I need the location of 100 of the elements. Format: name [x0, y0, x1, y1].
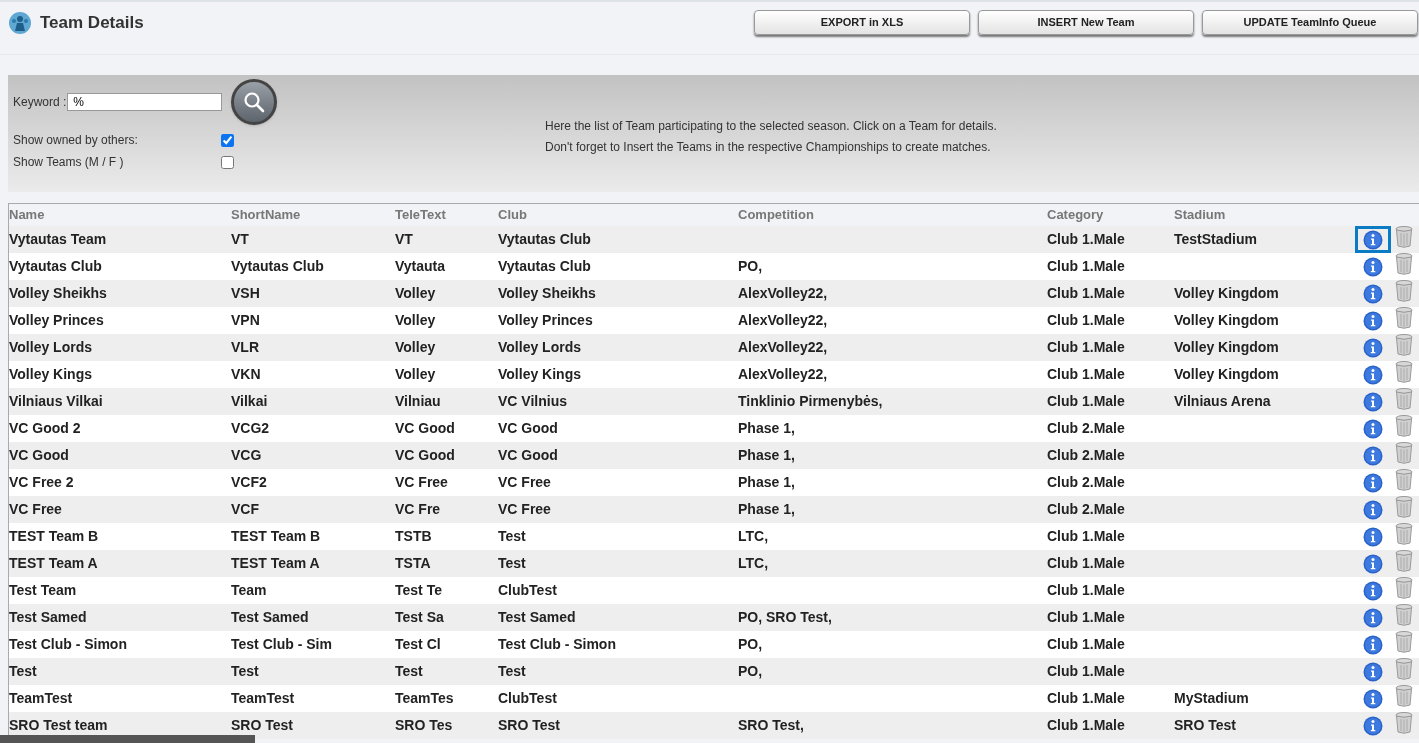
table-cell-text: VT	[231, 230, 250, 249]
table-cell-text: TeamTest	[9, 689, 74, 708]
delete-button[interactable]	[1395, 253, 1413, 275]
table-cell-text: SRO Test team	[9, 716, 109, 735]
table-cell-text: VCF2	[231, 473, 268, 492]
table-cell-text: VC Vilnius	[498, 392, 568, 411]
delete-button[interactable]	[1395, 604, 1413, 626]
option-label: Show Teams (M / F )	[13, 154, 125, 171]
table-cell-text: VC Free	[498, 500, 552, 519]
column-header[interactable]: Category	[1047, 205, 1174, 225]
table-cell-text: Test	[395, 662, 424, 681]
trash-icon	[1395, 631, 1413, 653]
delete-button[interactable]	[1395, 631, 1413, 653]
table-cell-text: Club 1.Male	[1047, 581, 1126, 600]
table-cell-text: Club 2.Male	[1047, 446, 1126, 465]
info-icon	[1363, 418, 1383, 439]
delete-button[interactable]	[1395, 415, 1413, 437]
table-cell-text: VCF	[231, 500, 260, 519]
column-header[interactable]: Name	[9, 205, 231, 225]
table-cell-text: TeamTest	[231, 689, 296, 708]
table-cell-text: Vilniau	[395, 392, 442, 411]
table-cell-text: Test Club - Sim	[231, 635, 333, 654]
trash-icon	[1395, 604, 1413, 626]
table-cell-text: Test	[231, 662, 260, 681]
table-cell-text: Volley Kingdom	[1174, 365, 1280, 384]
info-icon	[1363, 229, 1383, 250]
table-cell-text: Phase 1,	[738, 473, 796, 492]
delete-button[interactable]	[1395, 280, 1413, 302]
trash-icon	[1395, 442, 1413, 464]
table-cell-text: Test Samed	[231, 608, 310, 627]
table-cell-text: AlexVolley22,	[738, 311, 829, 330]
table-cell-text: Test	[9, 662, 38, 681]
toolbar-button[interactable]: INSERT New Team	[978, 10, 1194, 35]
delete-button[interactable]	[1395, 550, 1413, 572]
table-cell-text: VC Free	[9, 500, 63, 519]
keyword-field[interactable]: %	[67, 93, 223, 111]
trash-icon	[1395, 685, 1413, 707]
table-cell-text: Phase 1,	[738, 500, 796, 519]
table-cell-text: VKN	[231, 365, 262, 384]
table-cell-text: Volley Kings	[9, 365, 93, 384]
option-checkbox[interactable]	[221, 133, 234, 147]
column-header[interactable]: Club	[498, 205, 738, 225]
column-header[interactable]: TeleText	[395, 205, 498, 225]
table-cell-text: VC Good	[498, 419, 559, 438]
table-cell-text: Club 1.Male	[1047, 716, 1126, 735]
delete-button[interactable]	[1395, 226, 1413, 248]
table-cell-text: Test	[498, 662, 527, 681]
table-cell-text: VLR	[231, 338, 260, 357]
table-cell-text: Phase 1,	[738, 446, 796, 465]
info-icon	[1363, 337, 1383, 358]
table-cell-text: Club 1.Male	[1047, 662, 1126, 681]
table-cell-text: AlexVolley22,	[738, 284, 829, 303]
delete-button[interactable]	[1395, 361, 1413, 383]
trash-icon	[1395, 226, 1413, 248]
table-cell-text: Test	[498, 554, 527, 573]
hint-text: Don't forget to Insert the Teams in the respective Championships to create matches.	[545, 139, 992, 156]
delete-button[interactable]	[1395, 442, 1413, 464]
table-cell-text: ClubTest	[498, 689, 558, 708]
trash-icon	[1395, 280, 1413, 302]
table-cell-text: Club 1.Male	[1047, 365, 1126, 384]
delete-button[interactable]	[1395, 712, 1413, 734]
delete-button[interactable]	[1395, 469, 1413, 491]
table-cell-text: TestStadium	[1174, 230, 1258, 249]
table-cell-text: VPN	[231, 311, 261, 330]
column-header[interactable]: Stadium	[1174, 205, 1355, 225]
table-cell-text: TEST Team A	[231, 554, 321, 573]
search-button[interactable]	[231, 79, 278, 125]
table-cell-text: VC Good	[395, 446, 456, 465]
delete-button[interactable]	[1395, 307, 1413, 329]
column-header[interactable]: Competition	[738, 205, 1047, 225]
table-cell-text: Test Te	[395, 581, 443, 600]
toolbar-button[interactable]: EXPORT in XLS	[754, 10, 970, 35]
trash-icon	[1395, 658, 1413, 680]
table-cell-text: PO, SRO Test,	[738, 608, 833, 627]
table-cell-text: VCG2	[231, 419, 271, 438]
trash-icon	[1395, 496, 1413, 518]
delete-button[interactable]	[1395, 334, 1413, 356]
table-cell-text: SRO Test	[231, 716, 294, 735]
table-cell-text: Volley Kingdom	[1174, 311, 1280, 330]
delete-button[interactable]	[1395, 658, 1413, 680]
delete-button[interactable]	[1395, 523, 1413, 545]
table-cell-text: Vytauta	[395, 257, 447, 276]
info-icon	[1363, 553, 1383, 574]
table-cell-text: TSTB	[395, 527, 433, 546]
column-header[interactable]: ShortName	[231, 205, 395, 225]
toolbar-button[interactable]: UPDATE TeamInfo Queue	[1202, 10, 1418, 35]
table-cell-text: PO,	[738, 257, 764, 276]
table-cell-text: TEST Team B	[9, 527, 100, 546]
trash-icon	[1395, 253, 1413, 275]
delete-button[interactable]	[1395, 685, 1413, 707]
table-cell-text: Volley Princes	[498, 311, 594, 330]
option-checkbox[interactable]	[221, 155, 234, 169]
hint-text: Here the list of Team participating to the selected season. Click on a Team for details.	[545, 118, 997, 135]
delete-button[interactable]	[1395, 577, 1413, 599]
table-cell-text: Volley Kingdom	[1174, 284, 1280, 303]
table-cell-text: TEST Team B	[231, 527, 322, 546]
delete-button[interactable]	[1395, 496, 1413, 518]
scrollbar[interactable]	[0, 735, 255, 743]
table-cell-text: Vilniaus Arena	[1174, 392, 1272, 411]
delete-button[interactable]	[1395, 388, 1413, 410]
